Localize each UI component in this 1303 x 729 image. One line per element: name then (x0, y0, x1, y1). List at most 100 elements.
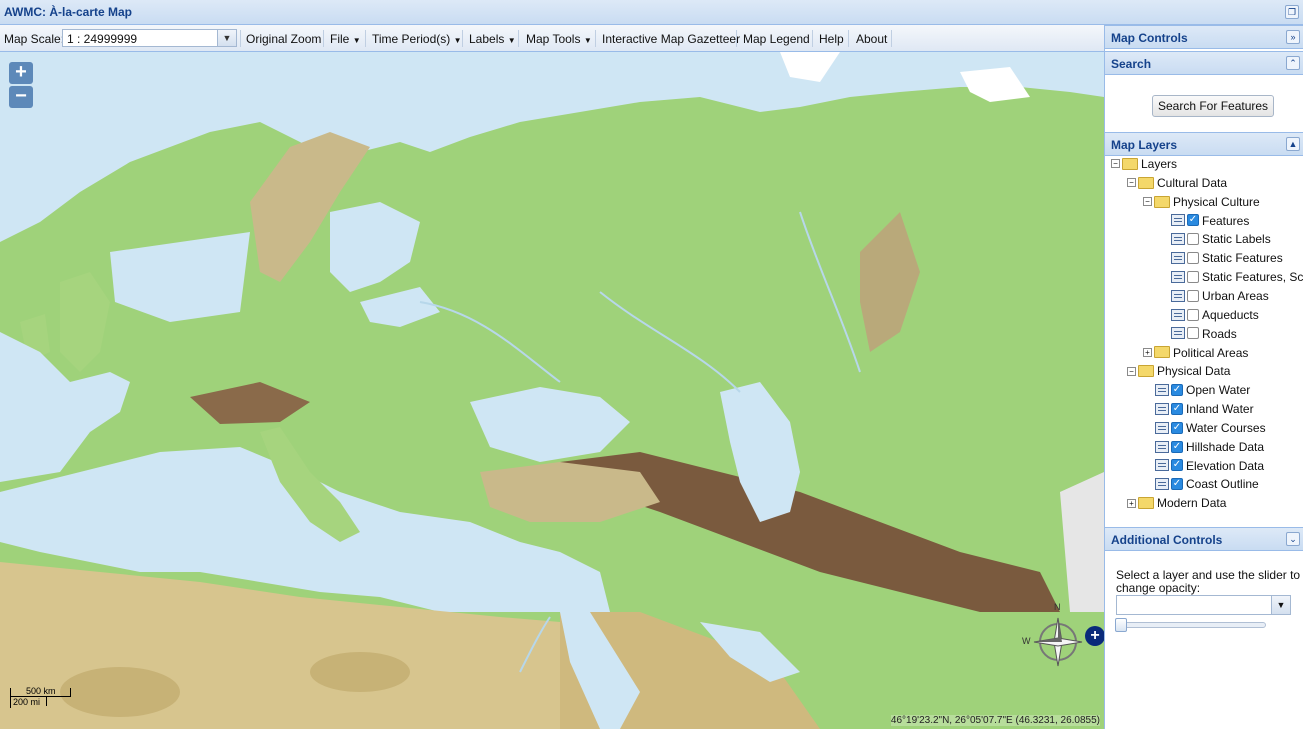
layer-checkbox-static-features[interactable] (1187, 252, 1199, 265)
layer-checkbox-roads[interactable] (1187, 327, 1199, 340)
zoom-out-button[interactable]: − (9, 86, 33, 108)
tree-node-layers[interactable]: − Layers (1111, 156, 1177, 174)
layer-checkbox-features[interactable]: ✓ (1187, 214, 1199, 227)
expand-overview-button[interactable]: + (1085, 626, 1104, 646)
tree-node-water-courses[interactable]: ✓ Water Courses (1155, 420, 1266, 438)
expand-node-icon[interactable]: + (1127, 498, 1136, 508)
folder-icon (1122, 157, 1138, 170)
map-scale-select[interactable]: 1 : 24999999 ▼ (62, 29, 237, 47)
terrain-map-image (0, 52, 1104, 729)
collapse-node-icon[interactable]: − (1127, 178, 1136, 188)
layer-checkbox-urban-areas[interactable] (1187, 289, 1199, 302)
tree-node-static-labels[interactable]: Static Labels (1171, 231, 1271, 249)
collapse-node-icon[interactable]: − (1111, 159, 1120, 169)
search-for-features-button[interactable]: Search For Features (1152, 95, 1275, 117)
tree-node-political-areas[interactable]: + Political Areas (1143, 345, 1248, 363)
restore-window-icon[interactable]: ❐ (1285, 5, 1299, 19)
tree-node-label: Physical Data (1157, 364, 1231, 379)
zoom-in-button[interactable]: + (9, 62, 33, 84)
collapse-up-icon[interactable]: ▲ (1286, 137, 1300, 151)
search-section-header: Search ⌃ (1105, 51, 1303, 75)
expand-down-icon[interactable]: ⌄ (1286, 532, 1300, 546)
tree-node-label: Water Courses (1186, 420, 1266, 435)
tree-node-label: Open Water (1186, 383, 1251, 398)
tree-node-open-water[interactable]: ✓ Open Water (1155, 382, 1250, 400)
tree-node-aqueducts[interactable]: Aqueducts (1171, 307, 1259, 325)
tree-node-roads[interactable]: Roads (1171, 326, 1237, 344)
caret-down-icon: ▼ (453, 36, 462, 45)
tree-node-coast-outline[interactable]: ✓ Coast Outline (1155, 476, 1259, 494)
compass-icon (1033, 617, 1083, 667)
tree-node-hillshade-data[interactable]: ✓ Hillshade Data (1155, 439, 1264, 457)
toolbar-separator (462, 30, 463, 47)
layer-icon (1155, 478, 1169, 491)
toolbar-separator (518, 30, 519, 47)
folder-icon (1138, 497, 1154, 510)
collapse-node-icon[interactable]: − (1143, 197, 1152, 207)
original-zoom-button[interactable]: Original Zoom (246, 32, 321, 46)
layer-icon (1171, 214, 1185, 227)
layer-icon (1155, 459, 1169, 472)
file-menu-button[interactable]: File ▼ (330, 32, 361, 46)
layer-icon (1171, 289, 1185, 302)
compass-north-label: N (1054, 602, 1061, 612)
time-period-label: Time Period(s) (372, 32, 451, 46)
tree-node-modern-data[interactable]: + Modern Data (1127, 495, 1226, 513)
collapse-node-icon[interactable]: − (1127, 366, 1136, 376)
labels-menu-button[interactable]: Labels ▼ (469, 32, 516, 46)
layer-checkbox-water-courses[interactable]: ✓ (1171, 421, 1183, 434)
opacity-slider[interactable] (1115, 618, 1266, 632)
layer-checkbox-aqueducts[interactable] (1187, 308, 1199, 321)
folder-icon (1138, 176, 1154, 189)
caret-down-icon: ▼ (507, 36, 516, 45)
map-legend-button[interactable]: Map Legend (743, 32, 810, 46)
layer-checkbox-elevation-data[interactable]: ✓ (1171, 459, 1183, 472)
layer-checkbox-coast-outline[interactable]: ✓ (1171, 478, 1183, 491)
tree-node-urban-areas[interactable]: Urban Areas (1171, 288, 1269, 306)
time-period-menu-button[interactable]: Time Period(s) ▼ (372, 32, 462, 46)
layer-checkbox-hillshade-data[interactable]: ✓ (1171, 440, 1183, 453)
about-button[interactable]: About (856, 32, 887, 46)
map-layers-title: Map Layers (1111, 138, 1178, 152)
map-tools-menu-button[interactable]: Map Tools ▼ (526, 32, 592, 46)
tree-node-static-features-scaled[interactable]: Static Features, Scaled (1171, 269, 1303, 287)
toolbar-separator (595, 30, 596, 47)
tree-node-features[interactable]: ✓ Features (1171, 213, 1249, 231)
layer-icon (1155, 402, 1169, 415)
toolbar-separator (323, 30, 324, 47)
map-layers-header: Map Layers ▲ (1105, 132, 1303, 156)
tree-node-physical-data[interactable]: − Physical Data (1127, 363, 1230, 381)
layer-checkbox-static-features-scaled[interactable] (1187, 270, 1199, 283)
tree-node-elevation-data[interactable]: ✓ Elevation Data (1155, 458, 1264, 476)
chevron-down-icon[interactable]: ▼ (1271, 596, 1290, 614)
collapse-panel-icon[interactable]: » (1286, 30, 1300, 44)
gazetteer-button[interactable]: Interactive Map Gazetteer (602, 32, 740, 46)
layer-icon (1171, 252, 1185, 265)
layer-icon (1171, 233, 1185, 246)
map-controls-title: Map Controls (1111, 31, 1188, 45)
compass-west-label: W (1022, 636, 1031, 646)
app-title-bar: AWMC: À-la-carte Map ❐ (0, 0, 1303, 25)
tree-node-label: Static Labels (1202, 232, 1271, 247)
tree-node-label: Modern Data (1157, 496, 1227, 511)
chevron-down-icon[interactable]: ▼ (217, 30, 236, 46)
opacity-slider-thumb[interactable] (1115, 618, 1127, 632)
folder-icon (1154, 195, 1170, 208)
opacity-layer-select[interactable]: ▼ (1116, 595, 1291, 615)
layer-checkbox-open-water[interactable]: ✓ (1171, 384, 1183, 397)
map-controls-panel: Map Controls » Search ⌃ Search For Featu… (1104, 25, 1303, 729)
tree-node-cultural-data[interactable]: − Cultural Data (1127, 175, 1227, 193)
tree-node-inland-water[interactable]: ✓ Inland Water (1155, 401, 1254, 419)
tree-node-physical-culture[interactable]: − Physical Culture (1143, 194, 1260, 212)
tree-node-static-features[interactable]: Static Features (1171, 250, 1283, 268)
expand-node-icon[interactable]: + (1143, 347, 1152, 357)
help-button[interactable]: Help (819, 32, 844, 46)
layer-checkbox-inland-water[interactable]: ✓ (1171, 402, 1183, 415)
tree-node-label: Inland Water (1186, 401, 1254, 416)
tree-node-label: Features (1202, 213, 1250, 228)
tree-node-label: Hillshade Data (1186, 439, 1265, 454)
map-canvas[interactable]: + − N W + 500 km 200 mi 46°19'23.2"N, 26… (0, 52, 1104, 729)
layer-checkbox-static-labels[interactable] (1187, 233, 1199, 246)
collapse-up-icon[interactable]: ⌃ (1286, 56, 1300, 70)
mouse-coordinates: 46°19'23.2"N, 26°05'07.7"E (46.3231, 26.… (890, 715, 1100, 726)
